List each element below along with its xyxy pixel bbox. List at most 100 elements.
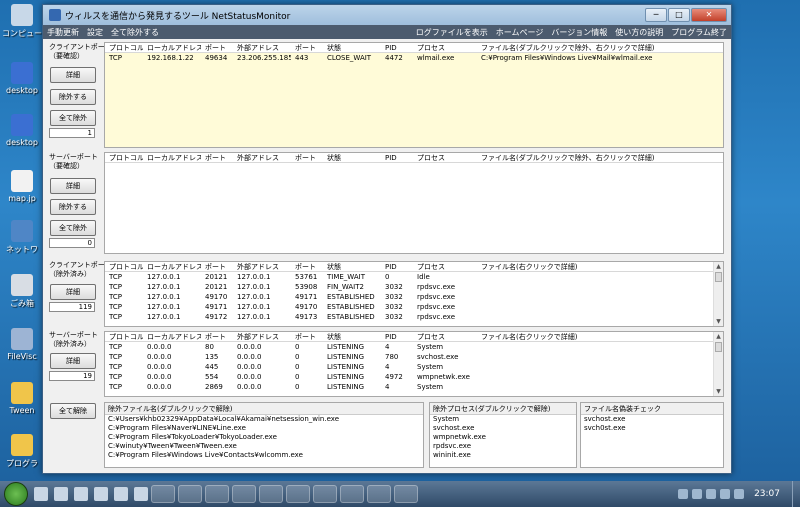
column-header[interactable]: 状態 (323, 262, 381, 271)
client-detail-button[interactable]: 詳細 (50, 67, 96, 83)
column-header[interactable]: プロトコル (105, 332, 143, 341)
clock[interactable]: 23:07 (754, 489, 780, 499)
table-row[interactable]: TCP 192.168.1.22 49634 23.206.255.185 443 CLO… (105, 53, 723, 63)
table-row[interactable]: TCP 0.0.0.0 135 0.0.0.0 0 LISTENING 780 svchost… (105, 352, 723, 362)
scroll-thumb[interactable] (715, 342, 722, 352)
column-header[interactable]: ファイル名(ダブルクリックで除外、右クリックで詳細) (477, 43, 717, 52)
quicklaunch-icon[interactable] (34, 487, 48, 501)
taskbar-app[interactable] (340, 485, 364, 503)
taskbar-app[interactable] (178, 485, 202, 503)
taskbar-app[interactable] (313, 485, 337, 503)
desktop-icon[interactable]: Tween (2, 382, 42, 415)
menu-exit[interactable]: プログラム終了 (671, 27, 727, 38)
desktop-icon[interactable]: ネットワ (2, 220, 42, 255)
column-header[interactable]: ポート (201, 153, 233, 162)
column-header[interactable]: 状態 (323, 43, 381, 52)
desktop-icon[interactable]: FileVisc (2, 328, 42, 361)
client-exclude-all-button[interactable]: 全て除外 (50, 110, 96, 126)
list-item[interactable]: System (430, 415, 576, 424)
column-header[interactable]: PID (381, 43, 413, 52)
minimize-button[interactable]: ─ (645, 8, 667, 22)
table-row[interactable]: TCP 0.0.0.0 2869 0.0.0.0 0 LISTENING 4 System (105, 382, 723, 392)
scroll-down-icon[interactable]: ▼ (714, 387, 723, 396)
desktop-icon[interactable]: desktop (2, 114, 42, 147)
menu-show-log[interactable]: ログファイルを表示 (416, 27, 488, 38)
column-header[interactable]: ローカルアドレス (143, 262, 201, 271)
tray-icon[interactable] (692, 489, 703, 499)
quicklaunch-icon[interactable] (134, 487, 148, 501)
maximize-button[interactable]: □ (668, 8, 690, 22)
client-excluded-detail-button[interactable]: 詳細 (50, 284, 96, 300)
menu-homepage[interactable]: ホームページ (496, 27, 544, 38)
column-header[interactable]: ポート (291, 332, 323, 341)
list-item[interactable]: svchost.exe (581, 415, 723, 424)
client-exclude-button[interactable]: 除外する (50, 89, 96, 105)
list-item[interactable]: wininit.exe (430, 451, 576, 460)
menu-howto[interactable]: 使い方の説明 (615, 27, 663, 38)
taskbar-app[interactable] (286, 485, 310, 503)
network-icon[interactable] (706, 489, 717, 499)
desktop-icon[interactable]: ごみ箱 (2, 274, 42, 309)
table-row[interactable]: TCP 127.0.0.1 20121 127.0.0.1 53761 TIME_WAIT… (105, 272, 723, 282)
tray-icon[interactable] (734, 489, 745, 499)
table-row[interactable]: TCP 127.0.0.1 49170 127.0.0.1 49171 ESTABLISH… (105, 292, 723, 302)
list-item[interactable]: C:¥Program Files¥TokyoLoader¥TokyoLoader… (105, 433, 423, 442)
server-excluded-detail-button[interactable]: 詳細 (50, 353, 96, 369)
column-header[interactable]: ポート (201, 43, 233, 52)
column-header[interactable]: プロトコル (105, 43, 143, 52)
column-header[interactable]: PID (381, 332, 413, 341)
column-header[interactable]: 状態 (323, 153, 381, 162)
table-row[interactable]: TCP 127.0.0.1 49172 127.0.0.1 49173 ESTABLISH… (105, 312, 723, 322)
quicklaunch-icon[interactable] (94, 487, 108, 501)
show-desktop-button[interactable] (792, 481, 800, 507)
column-header[interactable]: 状態 (323, 332, 381, 341)
column-header[interactable]: プロトコル (105, 262, 143, 271)
taskbar-app[interactable] (205, 485, 229, 503)
server-excluded-scrollbar[interactable]: ▲ ▼ (713, 332, 723, 396)
menu-settings[interactable]: 設定 (87, 27, 103, 38)
menu-manual-refresh[interactable]: 手動更新 (47, 27, 79, 38)
client-excluded-scrollbar[interactable]: ▲ ▼ (713, 262, 723, 326)
tray-icon[interactable] (678, 489, 689, 499)
close-button[interactable]: ✕ (691, 8, 727, 22)
table-row[interactable]: TCP 0.0.0.0 445 0.0.0.0 0 LISTENING 4 System (105, 362, 723, 372)
quicklaunch-icon[interactable] (54, 487, 68, 501)
column-header[interactable]: 外部アドレス (233, 43, 291, 52)
table-row[interactable]: TCP 127.0.0.1 20121 127.0.0.1 53908 FIN_WAIT2… (105, 282, 723, 292)
column-header[interactable]: 外部アドレス (233, 262, 291, 271)
title-bar[interactable]: ウィルスを通信から発見するツール NetStatusMonitor ─ □ ✕ (43, 5, 731, 25)
list-item[interactable]: svchost.exe (430, 424, 576, 433)
column-header[interactable]: プロセス (413, 43, 477, 52)
column-header[interactable]: ポート (291, 43, 323, 52)
taskbar-app[interactable] (232, 485, 256, 503)
list-item[interactable]: C:¥winuty¥Tween¥Tween¥Tween.exe (105, 442, 423, 451)
column-header[interactable]: ファイル名(ダブルクリックで除外、右クリックで詳細) (477, 153, 717, 162)
list-item[interactable]: C:¥Users¥khb02329¥AppData¥Local¥Akamai¥n… (105, 415, 423, 424)
column-header[interactable]: ポート (201, 332, 233, 341)
list-item[interactable]: C:¥Program Files¥Naver¥LINE¥Line.exe (105, 424, 423, 433)
start-button[interactable] (4, 482, 28, 506)
menu-version[interactable]: バージョン情報 (551, 27, 607, 38)
volume-icon[interactable] (720, 489, 731, 499)
taskbar-app[interactable] (151, 485, 175, 503)
table-row[interactable]: TCP 0.0.0.0 554 0.0.0.0 0 LISTENING 4972 wmpnet… (105, 372, 723, 382)
quicklaunch-icon[interactable] (114, 487, 128, 501)
column-header[interactable]: ファイル名(右クリックで詳細) (477, 332, 717, 341)
column-header[interactable]: 外部アドレス (233, 332, 291, 341)
column-header[interactable]: 外部アドレス (233, 153, 291, 162)
column-header[interactable]: ローカルアドレス (143, 153, 201, 162)
list-item[interactable]: wmpnetwk.exe (430, 433, 576, 442)
column-header[interactable]: ポート (291, 153, 323, 162)
unexclude-all-button[interactable]: 全て解除 (50, 403, 96, 419)
desktop-icon[interactable]: プログラ (2, 434, 42, 469)
column-header[interactable]: ポート (291, 262, 323, 271)
taskbar-app[interactable] (394, 485, 418, 503)
table-row[interactable]: TCP 0.0.0.0 80 0.0.0.0 0 LISTENING 4 System (105, 342, 723, 352)
list-item[interactable]: rpdsvc.exe (430, 442, 576, 451)
column-header[interactable]: PID (381, 153, 413, 162)
table-row[interactable]: TCP 127.0.0.1 49171 127.0.0.1 49170 ESTABLISH… (105, 302, 723, 312)
list-item[interactable]: C:¥Program Files¥Windows Live¥Contacts¥w… (105, 451, 423, 460)
column-header[interactable]: プロセス (413, 262, 477, 271)
column-header[interactable]: プロセス (413, 332, 477, 341)
server-exclude-button[interactable]: 除外する (50, 199, 96, 215)
